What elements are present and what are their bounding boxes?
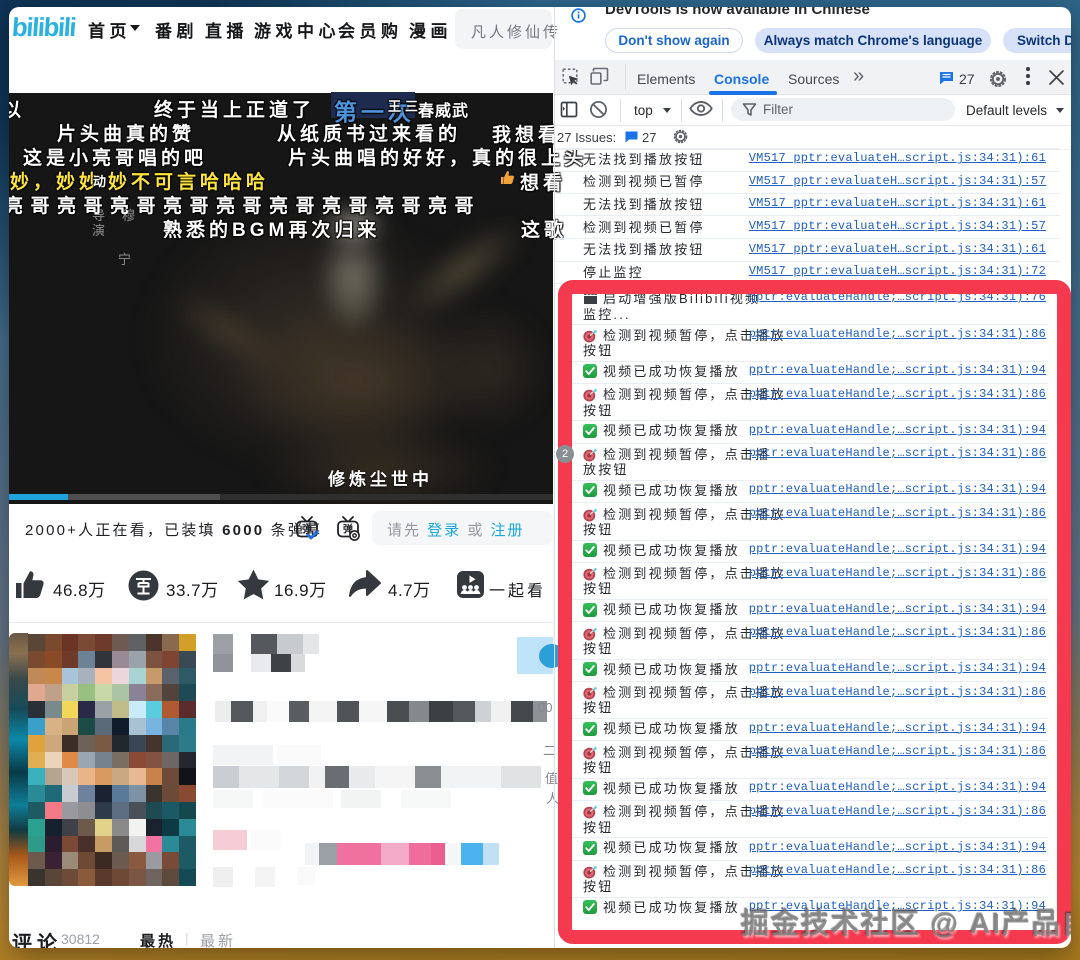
svg-text:弹: 弹 [302,523,312,536]
